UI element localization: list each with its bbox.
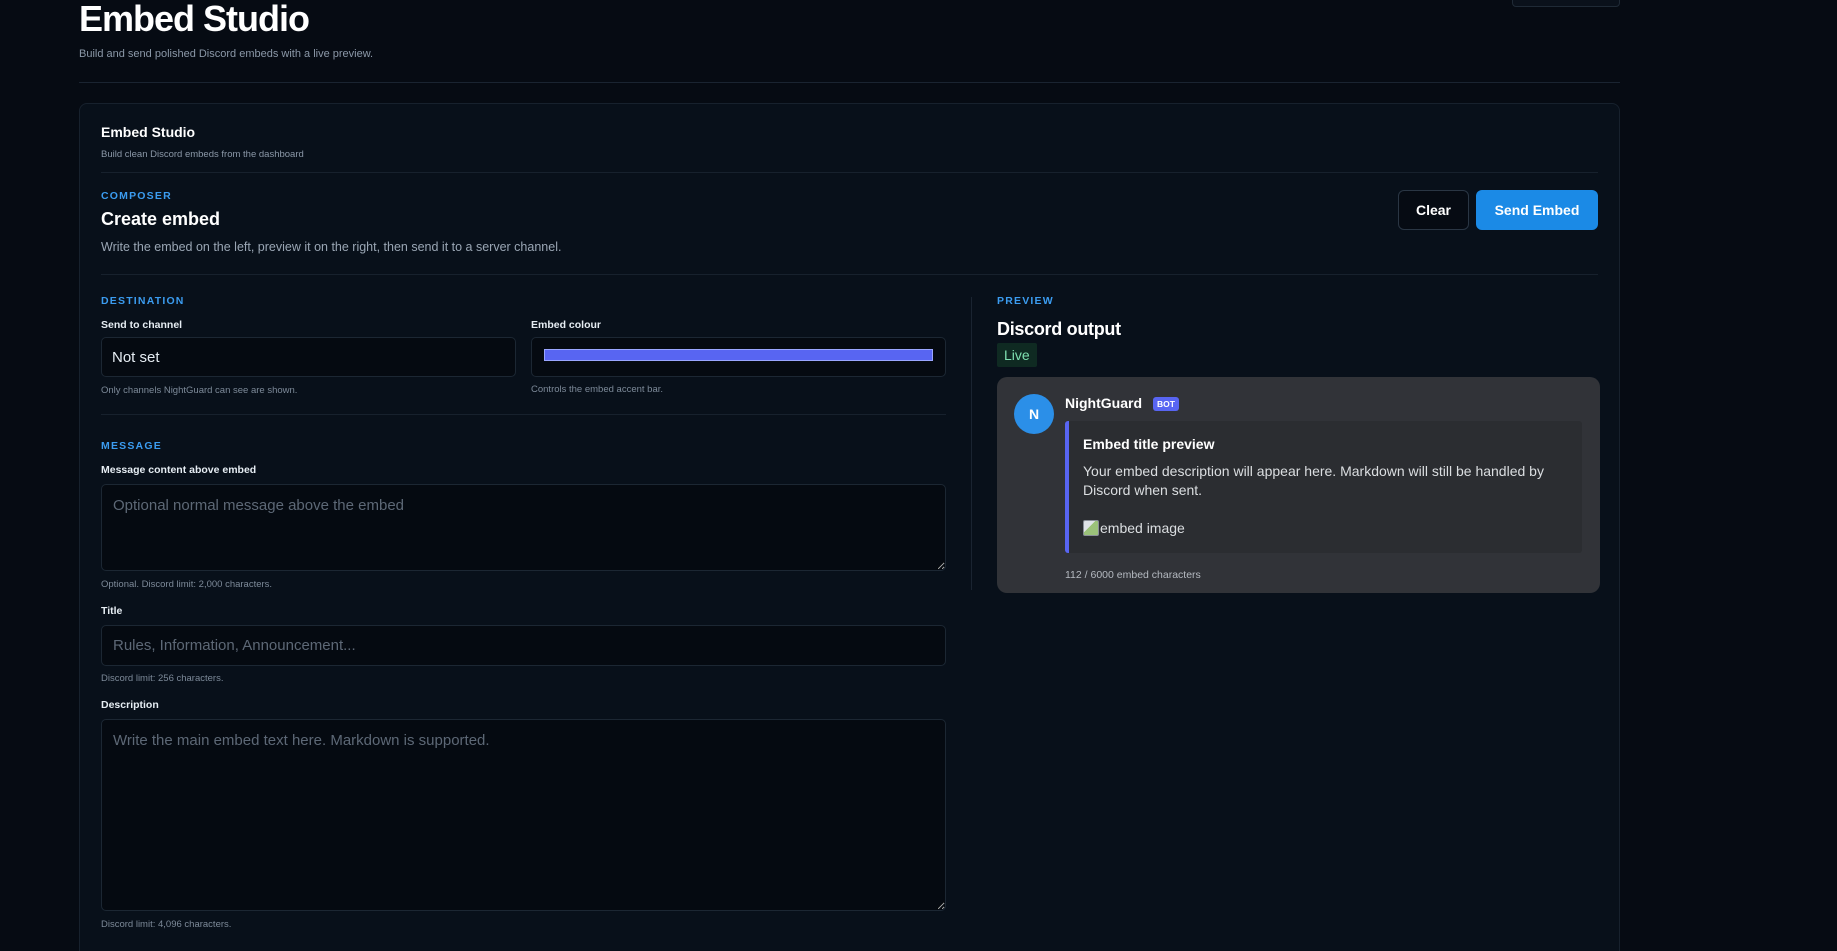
description-field[interactable] [101, 719, 946, 911]
send-embed-button[interactable]: Send Embed [1476, 190, 1598, 230]
broken-image-icon [1083, 520, 1099, 536]
colour-swatch [544, 349, 933, 361]
preview-eyebrow: PREVIEW [997, 295, 1054, 307]
live-badge: Live [997, 343, 1037, 367]
title-label: Title [101, 605, 123, 617]
embed-preview: Embed title preview Your embed descripti… [1065, 421, 1582, 553]
channel-select[interactable]: Not set [101, 337, 516, 377]
colour-label: Embed colour [531, 319, 602, 331]
page-title: Embed Studio [79, 0, 310, 39]
clear-button[interactable]: Clear [1398, 190, 1469, 230]
page-subtitle: Build and send polished Discord embeds w… [79, 48, 374, 60]
destination-eyebrow: DESTINATION [101, 295, 185, 307]
bot-name: NightGuard [1065, 395, 1142, 411]
title-field[interactable] [101, 625, 946, 666]
composer-eyebrow: COMPOSER [101, 190, 172, 202]
composer-divider [101, 274, 1598, 275]
channel-select-value: Not set [112, 348, 160, 366]
message-content-hint: Optional. Discord limit: 2,000 character… [101, 579, 273, 590]
message-eyebrow: MESSAGE [101, 440, 162, 452]
message-content-label: Message content above embed [101, 464, 257, 476]
embed-studio-card: Embed Studio Build clean Discord embeds … [79, 103, 1620, 951]
column-divider [971, 297, 972, 590]
header-divider [79, 82, 1620, 83]
destination-divider [101, 414, 946, 415]
embed-image-alt: embed image [1100, 520, 1185, 536]
discord-message-preview: N NightGuard BOT Embed title preview You… [997, 377, 1600, 593]
preview-title: Discord output [997, 319, 1121, 339]
description-hint: Discord limit: 4,096 characters. [101, 919, 232, 930]
card-divider [101, 172, 1598, 173]
embed-title-preview: Embed title preview [1083, 436, 1215, 452]
channel-hint: Only channels NightGuard can see are sho… [101, 385, 298, 396]
channel-label: Send to channel [101, 319, 183, 331]
description-label: Description [101, 699, 159, 711]
embed-image: embed image [1083, 520, 1185, 536]
bot-tag-badge: BOT [1153, 397, 1179, 411]
top-right-button[interactable] [1512, 0, 1620, 7]
colour-hint: Controls the embed accent bar. [531, 384, 664, 395]
embed-char-count: 112 / 6000 embed characters [1065, 569, 1201, 581]
message-content-field[interactable] [101, 484, 946, 571]
title-hint: Discord limit: 256 characters. [101, 673, 224, 684]
avatar: N [1014, 394, 1054, 434]
card-subtitle: Build clean Discord embeds from the dash… [101, 149, 304, 160]
composer-title: Create embed [101, 209, 221, 229]
embed-colour-picker[interactable] [531, 337, 946, 377]
composer-description: Write the embed on the left, preview it … [101, 240, 562, 254]
card-title: Embed Studio [101, 124, 196, 140]
embed-description-preview: Your embed description will appear here.… [1083, 463, 1544, 498]
